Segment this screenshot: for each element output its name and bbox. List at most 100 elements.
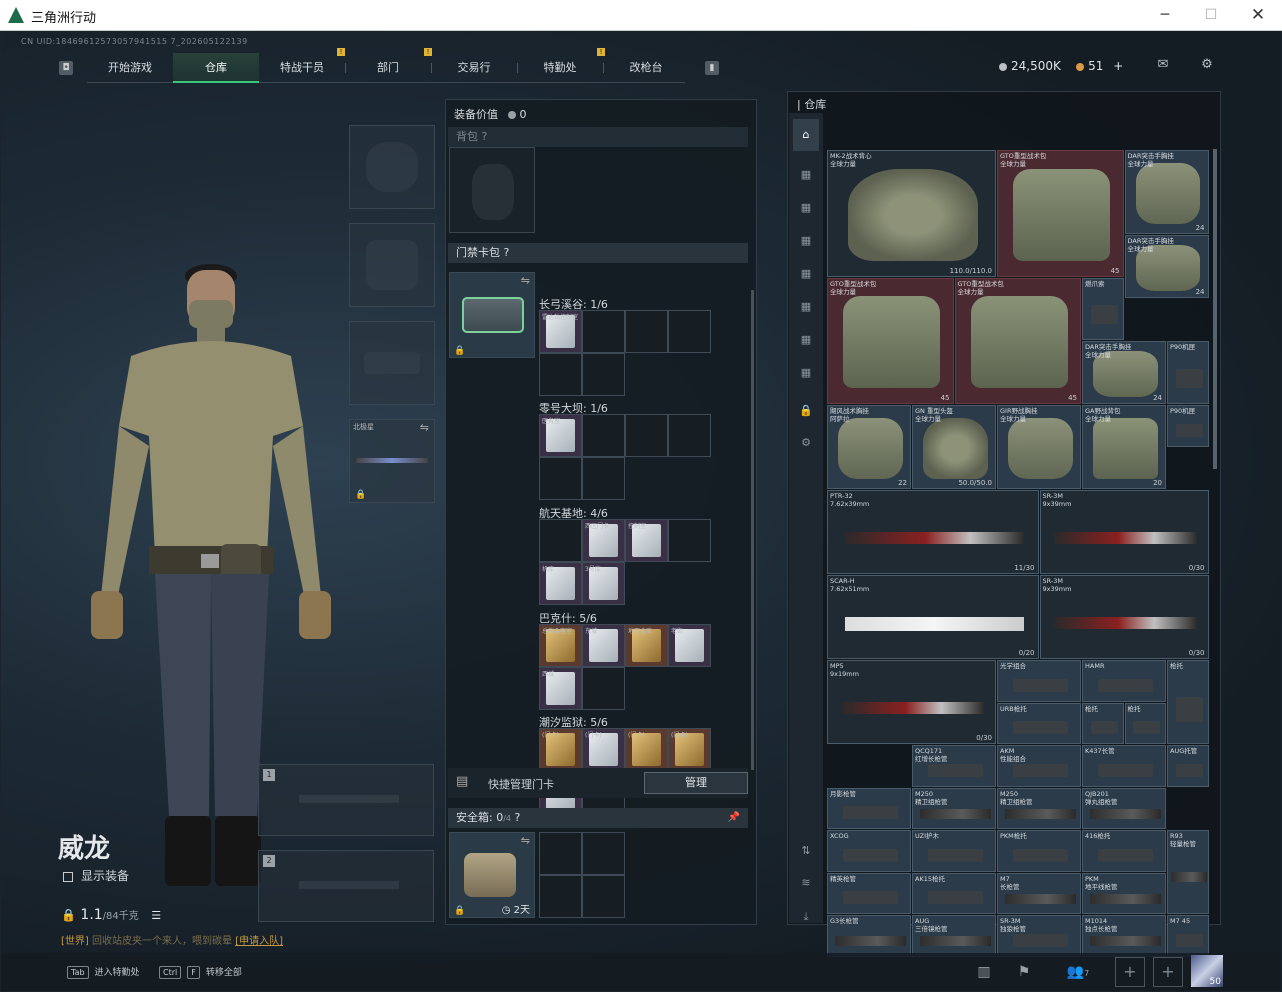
warehouse-item[interactable]: HAMR: [1082, 660, 1166, 702]
storage-tab-icon[interactable]: ▦: [793, 165, 819, 185]
tab-operators[interactable]: 特战干员: [259, 53, 345, 83]
flag-icon[interactable]: ⚑: [1013, 961, 1035, 983]
storage-tab-icon[interactable]: ▦: [793, 264, 819, 284]
sort-icon[interactable]: ⇅: [793, 841, 819, 861]
settings-gear-icon[interactable]: ⚙: [1198, 57, 1216, 73]
warehouse-item[interactable]: GTO重型战术包 全球力量 45: [827, 277, 954, 404]
helmet-slot[interactable]: [349, 125, 435, 209]
keycard-cell[interactable]: [539, 353, 582, 396]
warehouse-item[interactable]: QJB201 弹丸组枪管: [1082, 787, 1166, 829]
chat-line[interactable]: [世界] 回收站皮夹一个来人，喂到碳晕 [申请入队]: [61, 932, 283, 947]
keycard-cell[interactable]: [668, 414, 711, 457]
warehouse-item[interactable]: DAR突击手胸挂 全球力量 24: [1124, 150, 1209, 234]
keycard-cell[interactable]: 医务室: [539, 414, 582, 457]
safebox-cell[interactable]: [539, 832, 582, 875]
checkbox[interactable]: [63, 871, 73, 882]
warehouse-item[interactable]: GN 重型头盔 全球力量 50.0/50.0: [912, 405, 996, 489]
warehouse-scrollbar[interactable]: [1213, 149, 1217, 469]
warehouse-item[interactable]: 枪托: [1124, 702, 1166, 744]
warehouse-item[interactable]: MP5 9x19mm 0/30: [827, 660, 996, 744]
armor-slot[interactable]: [349, 223, 435, 307]
warehouse-item[interactable]: PKM 地平线枪管: [1082, 872, 1166, 914]
keycard-cell[interactable]: [582, 457, 625, 500]
swap-icon[interactable]: ⇋: [521, 834, 530, 847]
keycard-cell[interactable]: [668, 519, 711, 562]
lock-icon[interactable]: 🔒: [793, 401, 819, 421]
secondary-weapon-slot[interactable]: 北极星 ⇋ 🔒: [349, 419, 435, 503]
keycard-cell[interactable]: 雷达站控制室: [539, 310, 582, 353]
warehouse-item[interactable]: GA野战背包 全球力量 20: [1082, 405, 1166, 489]
warehouse-item[interactable]: 光学组合: [997, 660, 1081, 702]
warehouse-item[interactable]: DAR突击手胸挂 全球力量 24: [1124, 235, 1209, 298]
tab-special-ops[interactable]: 特勤处: [517, 53, 603, 83]
storage-tab-icon[interactable]: ▦: [793, 231, 819, 251]
warehouse-all-tab-icon[interactable]: ⌂: [793, 119, 819, 151]
storage-tab-icon[interactable]: ▦: [793, 363, 819, 383]
warehouse-item[interactable]: M7 45: [1167, 915, 1209, 957]
warehouse-item[interactable]: G3长枪管: [827, 915, 911, 957]
warehouse-item[interactable]: 416枪托: [1082, 830, 1166, 872]
scrollbar[interactable]: [751, 290, 754, 770]
warehouse-item[interactable]: K437长管: [1082, 745, 1166, 787]
warehouse-item[interactable]: 月影枪管: [827, 787, 911, 829]
warehouse-item[interactable]: AKM 性能组合: [997, 745, 1081, 787]
player-avatar[interactable]: 50: [1191, 955, 1223, 987]
add-squad-member-button[interactable]: +: [1115, 957, 1145, 987]
keycard-cell[interactable]: [582, 353, 625, 396]
lock-icon[interactable]: ▮: [705, 61, 719, 75]
warehouse-item[interactable]: 枪托: [1167, 660, 1209, 744]
maximize-icon[interactable]: ☐: [1196, 4, 1226, 26]
squad-icon[interactable]: 👥7: [1061, 961, 1095, 983]
warehouse-item[interactable]: AUG 三倍镜枪管: [912, 915, 996, 957]
keycard-cell[interactable]: (门卡): [625, 728, 668, 771]
warehouse-item[interactable]: MK-2战术背心 全球力量 110.0/110.0: [827, 150, 996, 277]
warehouse-item[interactable]: 燃爪索: [1082, 277, 1124, 341]
warehouse-item[interactable]: 精英枪管: [827, 872, 911, 914]
swap-icon[interactable]: ⇋: [420, 421, 429, 434]
keycard-cell[interactable]: [582, 667, 625, 710]
warehouse-item[interactable]: 飓风战术胸挂 阿萨拉 22: [827, 405, 911, 489]
warehouse-item[interactable]: SR-3M 独狼枪管: [997, 915, 1081, 957]
warehouse-item[interactable]: GTO重型战术包 全球力量 45: [997, 150, 1124, 277]
warehouse-item[interactable]: 枪托: [1082, 702, 1124, 744]
keycard-cell[interactable]: 西城: [539, 667, 582, 710]
add-squad-member-button[interactable]: +: [1153, 957, 1183, 987]
warehouse-item[interactable]: SR-3M 9x39mm 0/30: [1039, 490, 1209, 574]
warehouse-item[interactable]: P90机匣: [1167, 405, 1209, 447]
warehouse-item[interactable]: QCQ171 红增长枪管: [912, 745, 996, 787]
warehouse-item[interactable]: M7 长枪管: [997, 872, 1081, 914]
storage-tab-icon[interactable]: ▦: [793, 330, 819, 350]
warehouse-item[interactable]: AUG托管: [1167, 745, 1209, 787]
add-currency-button[interactable]: +: [1113, 59, 1123, 73]
close-icon[interactable]: ✕: [1243, 4, 1273, 26]
warehouse-item[interactable]: DAR突击手胸挂 全球力量 24: [1082, 341, 1166, 404]
show-equipment-toggle[interactable]: 显示装备: [63, 867, 129, 884]
safebox-cell[interactable]: [582, 875, 625, 918]
keycard-cell[interactable]: 总裁会客室: [539, 624, 582, 667]
warehouse-item[interactable]: AK15枪托: [912, 872, 996, 914]
backpack-slot[interactable]: [449, 147, 535, 233]
minimize-icon[interactable]: ─: [1150, 4, 1180, 26]
keycard-cell[interactable]: [539, 519, 582, 562]
manage-button[interactable]: 管理: [644, 772, 748, 794]
warehouse-item[interactable]: SR-3M 9x39mm 0/30: [1039, 575, 1209, 659]
keycard-cell[interactable]: (门卡): [539, 728, 582, 771]
storage-tab-icon[interactable]: ▦: [793, 198, 819, 218]
keycard-cell[interactable]: 机库: [539, 562, 582, 605]
warehouse-item[interactable]: SCAR-H 7.62x51mm 0/20: [827, 575, 1039, 659]
list-icon[interactable]: ☰: [151, 909, 161, 922]
tab-start-game[interactable]: 开始游戏: [87, 53, 173, 83]
stats-icon[interactable]: ▥: [973, 961, 995, 983]
keycard-cell[interactable]: (门卡): [582, 728, 625, 771]
warehouse-item[interactable]: PKM枪托: [997, 830, 1081, 872]
keycard-cell[interactable]: 老街: [668, 624, 711, 667]
keycard-cell[interactable]: [582, 310, 625, 353]
warehouse-item[interactable]: UZI护木: [912, 830, 996, 872]
warehouse-item[interactable]: M1014 独点长枪管: [1082, 915, 1166, 957]
settings-gear-icon[interactable]: ⚙: [793, 433, 819, 453]
tab-warehouse[interactable]: 仓库: [173, 53, 259, 83]
keycard-cell[interactable]: [625, 414, 668, 457]
keycard-cell[interactable]: 西区门卡: [582, 519, 625, 562]
layers-icon[interactable]: ≋: [793, 873, 819, 893]
keycard-cell[interactable]: 控制室: [625, 519, 668, 562]
